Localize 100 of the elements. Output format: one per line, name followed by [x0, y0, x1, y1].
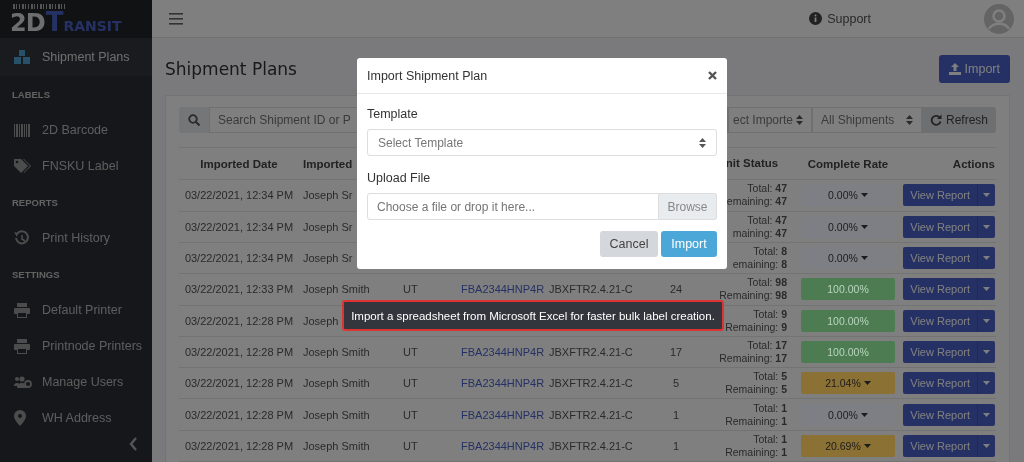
importer-select[interactable]: ect Importe	[728, 107, 812, 134]
table-cell: Joseph Sr	[303, 189, 353, 202]
template-select[interactable]: Select Template	[367, 129, 717, 156]
shipment-link[interactable]: FBA2344HNP4R	[461, 345, 545, 358]
dropdown-toggle[interactable]	[977, 278, 995, 301]
browse-button[interactable]: Browse	[659, 193, 717, 220]
caret-icon	[863, 381, 871, 386]
sidebar-item[interactable]: Printnode Printers	[0, 328, 152, 364]
dropdown-toggle[interactable]	[977, 434, 995, 457]
view-report-button[interactable]: View Report	[903, 434, 977, 457]
complete-rate-badge[interactable]: 0.00%	[801, 403, 895, 426]
unit-status-text: Total: 1	[753, 401, 787, 415]
table-cell: Joseph Sr	[303, 252, 353, 265]
import-button[interactable]: Import	[661, 231, 717, 257]
sidebar-item[interactable]: Default Printer	[0, 292, 152, 328]
view-report-button[interactable]: View Report	[903, 247, 977, 270]
shipments-select[interactable]: All Shipments	[812, 107, 922, 134]
file-input[interactable]: Choose a file or drop it here...	[367, 193, 659, 220]
shipment-link[interactable]: FBA2344HNP4R	[461, 377, 545, 390]
table-cell: Joseph Smith	[303, 283, 370, 296]
table-cell: 03/22/2021, 12:28 PM	[184, 377, 294, 390]
view-report-button[interactable]: View Report	[903, 278, 977, 301]
table-cell: UT	[403, 345, 418, 358]
complete-rate-badge[interactable]: 100.00%	[801, 340, 895, 363]
caret-icon	[983, 287, 990, 292]
caret-icon	[983, 349, 990, 354]
dialog-title: Import Shipment Plan	[367, 68, 488, 83]
printer-icon	[14, 302, 30, 318]
dropdown-toggle[interactable]	[977, 309, 995, 332]
cancel-button[interactable]: Cancel	[600, 231, 658, 257]
view-report-button[interactable]: View Report	[903, 309, 977, 332]
section-heading: SETTINGS	[11, 268, 61, 282]
barcode-icon	[14, 123, 30, 137]
view-report-button[interactable]: View Report	[903, 403, 977, 426]
table-cell: Joseph	[303, 314, 339, 327]
history-icon	[14, 230, 30, 246]
view-report-button[interactable]: View Report	[903, 215, 977, 238]
logo-text: TRANSIT	[45, 9, 122, 39]
shipment-link[interactable]: FBA2344HNP4R	[461, 439, 545, 452]
table-cell: 03/22/2021, 12:34 PM	[184, 220, 294, 233]
complete-rate-badge[interactable]: 20.69%	[801, 434, 895, 457]
import-button[interactable]: Import	[938, 55, 1010, 84]
view-report-button[interactable]: View Report	[903, 372, 977, 395]
table-cell: UT	[403, 439, 418, 452]
view-report-button[interactable]: View Report	[903, 340, 977, 363]
table-cell: Joseph Smith	[303, 377, 370, 390]
complete-rate-badge[interactable]: 0.00%	[801, 215, 895, 238]
table-cell: UT	[403, 408, 418, 421]
sort-arrows-icon	[906, 115, 913, 126]
dropdown-toggle[interactable]	[977, 247, 995, 270]
table-cell: Joseph Smith	[303, 408, 370, 421]
refresh-button[interactable]: Refresh	[922, 107, 996, 134]
printer-icon	[14, 338, 30, 354]
menu-icon[interactable]	[169, 12, 183, 25]
complete-rate-badge[interactable]: 0.00%	[801, 247, 895, 270]
unit-status-text: maining: 47	[732, 226, 787, 240]
table-cell: 03/22/2021, 12:34 PM	[184, 252, 294, 265]
chevron-left-icon[interactable]	[129, 437, 138, 451]
view-report-button[interactable]: View Report	[903, 184, 977, 207]
sidebar-item[interactable]: 2D Barcode	[0, 112, 152, 148]
dropdown-toggle[interactable]	[977, 184, 995, 207]
sidebar-item[interactable]: FNSKU Label	[0, 148, 152, 184]
close-icon[interactable]	[708, 71, 717, 80]
logo-text: 2D	[10, 10, 45, 36]
tooltip: Import a spreadsheet from Microsoft Excel for faster bulk label creation.	[342, 300, 724, 331]
complete-rate-badge[interactable]: 0.00%	[801, 184, 895, 207]
unit-status-text: Total: 5	[753, 370, 787, 384]
dropdown-toggle[interactable]	[977, 372, 995, 395]
shipment-link[interactable]: FBA2344HNP4R	[461, 283, 545, 296]
sidebar-item[interactable]: Print History	[0, 220, 152, 256]
caret-icon	[983, 381, 990, 386]
unit-status-text: Total: 47	[747, 213, 787, 227]
shipment-link[interactable]: FBA2344HNP4R	[461, 408, 545, 421]
dropdown-toggle[interactable]	[977, 403, 995, 426]
unit-status-text: Remaining: 1	[725, 445, 787, 459]
unit-status-text: emaining: 8	[732, 258, 787, 272]
complete-rate-badge[interactable]: 21.04%	[801, 372, 895, 395]
dropdown-toggle[interactable]	[977, 215, 995, 238]
column-header: Imported	[302, 157, 354, 170]
caret-icon	[983, 193, 990, 198]
column-header: Imported Date	[199, 157, 279, 170]
refresh-icon	[930, 114, 942, 127]
boxes-icon	[14, 50, 30, 64]
sidebar-item[interactable]: WH Address	[0, 400, 152, 436]
table-cell: JBXFTR2.4.21-C	[549, 283, 633, 296]
caret-icon	[983, 412, 990, 417]
sidebar-item[interactable]: Shipment Plans	[0, 38, 152, 76]
dropdown-toggle[interactable]	[977, 340, 995, 363]
support-link[interactable]: Support	[827, 11, 871, 26]
table-cell: JBXFTR2.4.21-C	[549, 377, 633, 390]
complete-rate-badge[interactable]: 100.00%	[801, 278, 895, 301]
unit-status-text: Total: 1	[753, 432, 787, 446]
field-label: Template	[367, 107, 419, 121]
table-cell: 03/22/2021, 12:28 PM	[184, 314, 294, 327]
sidebar-item[interactable]: Manage Users	[0, 364, 152, 400]
unit-status-text: Total: 98	[747, 276, 787, 290]
complete-rate-badge[interactable]: 100.00%	[801, 309, 895, 332]
table-cell: 24	[669, 283, 683, 296]
unit-status-text: Total: 8	[753, 245, 787, 259]
table-cell: 5	[672, 377, 680, 390]
